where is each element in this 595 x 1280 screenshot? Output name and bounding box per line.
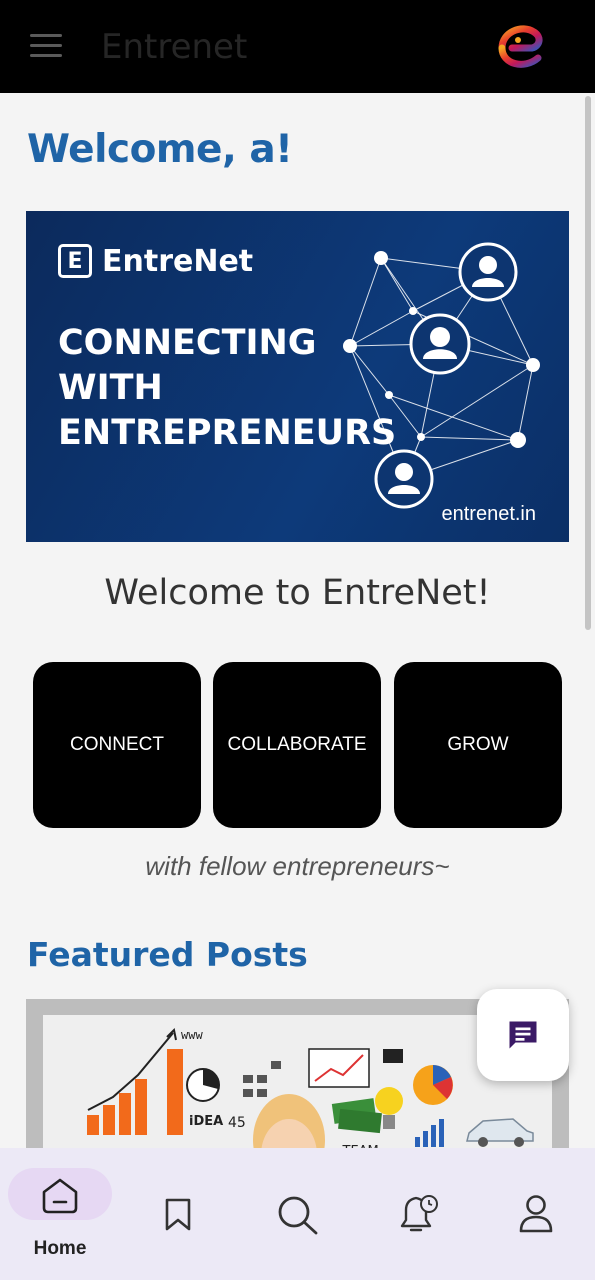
entrenet-logo-icon[interactable] (492, 18, 548, 74)
notification-bell-icon (400, 1195, 438, 1232)
profile-icon (519, 1195, 553, 1233)
svg-text:45: 45 (228, 1115, 246, 1131)
svg-text:www: www (181, 1028, 203, 1042)
nav-profile[interactable] (488, 1148, 584, 1280)
welcome-greeting: Welcome, a! (27, 127, 293, 172)
chat-fab-button[interactable] (477, 989, 569, 1081)
grow-card[interactable]: GROW (394, 662, 562, 828)
featured-posts-heading: Featured Posts (27, 935, 308, 974)
app-title: Entrenet (101, 27, 248, 67)
top-app-bar: Entrenet (0, 0, 595, 93)
collaborate-card[interactable]: COLLABORATE (213, 662, 381, 828)
nav-notifications[interactable] (368, 1148, 464, 1280)
network-illustration (343, 242, 540, 509)
chat-icon (509, 1021, 537, 1049)
search-icon (278, 1196, 318, 1235)
hero-banner: E EntreNet CONNECTING WITH ENTREPRENEURS (26, 211, 569, 542)
featured-post-image: www iDEA 45 (43, 1015, 552, 1148)
nav-saved[interactable] (130, 1148, 226, 1280)
nav-home[interactable]: Home (0, 1148, 120, 1280)
svg-text:iDEA: iDEA (189, 1114, 223, 1129)
nav-home-label: Home (33, 1238, 87, 1259)
banner-brand: E EntreNet (58, 241, 253, 281)
bookmark-icon (165, 1198, 191, 1231)
connect-card[interactable]: CONNECT (33, 662, 201, 828)
business-collage-illustration: www iDEA 45 (87, 1027, 534, 1148)
intro-heading: Welcome to EntreNet! (104, 573, 491, 613)
bottom-navigation: Home (0, 1148, 595, 1280)
intro-tagline: with fellow entrepreneurs~ (145, 851, 450, 881)
brand-name: EntreNet (102, 243, 254, 279)
nav-search[interactable] (250, 1148, 346, 1280)
brand-mark: E (58, 244, 92, 278)
banner-url: entrenet.in (441, 503, 536, 525)
home-icon (42, 1178, 78, 1214)
hamburger-menu-icon[interactable] (30, 34, 62, 58)
